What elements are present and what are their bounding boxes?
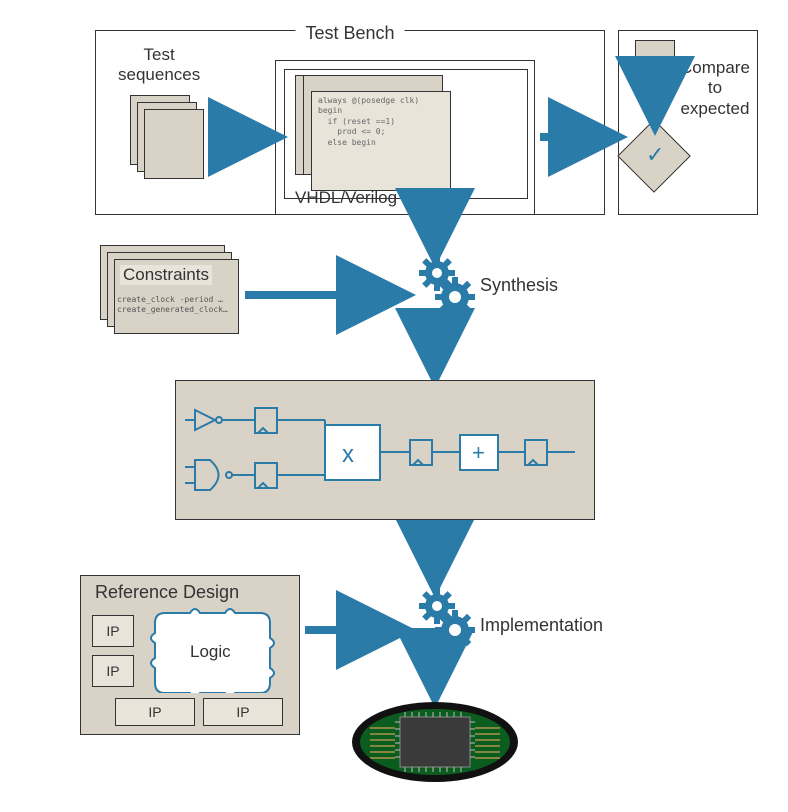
ip-block: IP <box>115 698 195 726</box>
implementation-label: Implementation <box>480 615 603 636</box>
test-sequences-label: Test sequences <box>118 45 200 86</box>
add-symbol: + <box>472 440 485 465</box>
multiply-symbol: x <box>342 441 354 468</box>
test-bench-label: Test Bench <box>295 23 404 44</box>
constraints-code: create_clock -period … create_generated_… <box>117 295 228 316</box>
checkmark-icon: ✓ <box>646 142 664 168</box>
logic-label: Logic <box>190 642 231 662</box>
constraints-stack-icon <box>100 245 240 335</box>
ip-block: IP <box>92 615 134 647</box>
schematic-diagram-icon: x + <box>185 390 585 510</box>
fpga-design-flow-diagram: Test Bench Test sequences always @(posed… <box>20 20 768 792</box>
fpga-chip-icon <box>350 700 520 785</box>
rtl-label: VHDL/Verilog RTL <box>295 188 434 208</box>
constraints-label: Constraints <box>120 265 212 285</box>
rtl-code-stack-icon: always @(posedge clk) begin if (reset ==… <box>295 75 450 190</box>
ip-block: IP <box>203 698 283 726</box>
test-sequences-stack-icon <box>130 95 205 180</box>
synthesis-label: Synthesis <box>480 275 558 296</box>
ip-block: IP <box>92 655 134 687</box>
compare-reference-icon <box>635 40 675 80</box>
compare-label: Compare to expected <box>680 58 750 119</box>
synthesis-gears-icon <box>415 255 475 325</box>
reference-design-label: Reference Design <box>95 582 239 603</box>
implementation-gears-icon <box>415 588 475 658</box>
rtl-code-snippet: always @(posedge clk) begin if (reset ==… <box>311 91 451 191</box>
